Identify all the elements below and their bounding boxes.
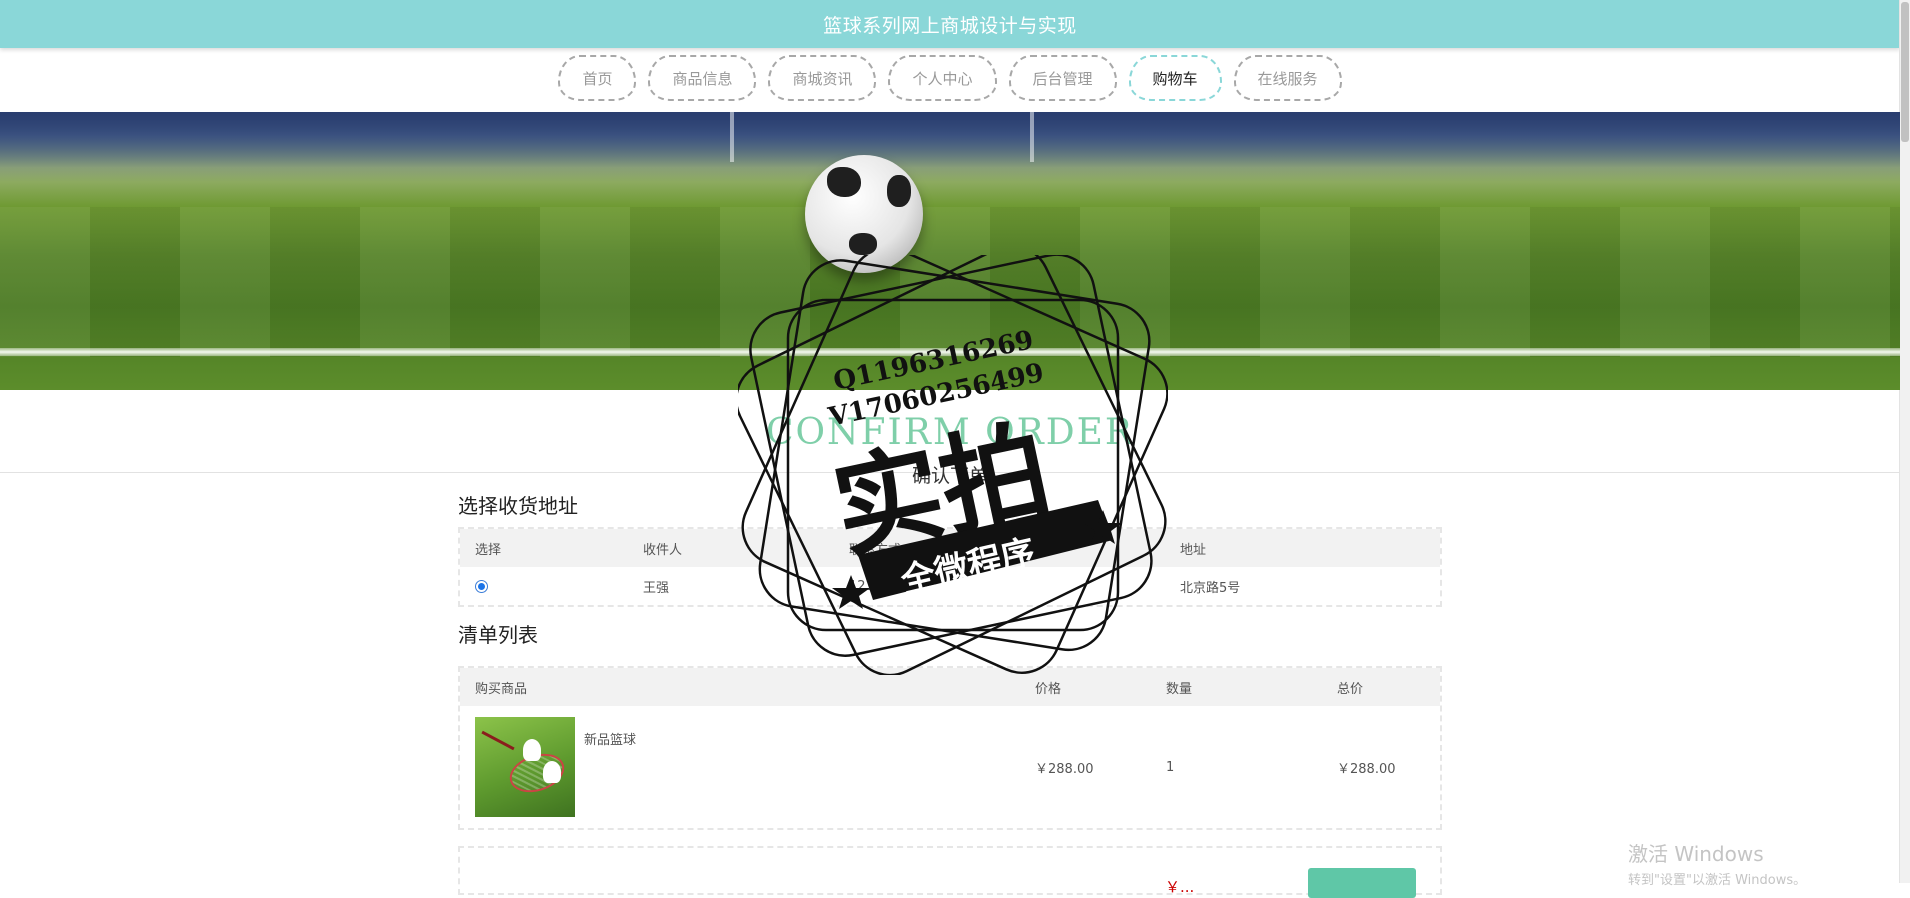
nav-item-label: 后台管理 <box>1032 69 1093 88</box>
column-header: 收件人 <box>643 542 683 558</box>
order-total: ￥... <box>1165 878 1195 896</box>
page-title-en: CONFIRM ORDER <box>765 412 1135 453</box>
column-header: 价格 <box>1035 681 1062 697</box>
nav-item-profile[interactable]: 个人中心 <box>888 55 997 101</box>
column-header: 数量 <box>1166 681 1193 697</box>
nav-item-service[interactable]: 在线服务 <box>1233 55 1342 101</box>
nav-item-label: 首页 <box>582 69 613 88</box>
submit-order-button[interactable] <box>1308 868 1416 898</box>
page-title: 确认下单 <box>911 465 988 487</box>
grass-stripes <box>0 207 1900 357</box>
column-header: 地址 <box>1180 542 1207 558</box>
windows-title: 激活 Windows <box>1628 842 1764 866</box>
nav-item-label: 购物车 <box>1152 69 1198 88</box>
table-row: 新品篮球 ￥288.00 1 ￥288.00 <box>460 706 1440 828</box>
site-header: 篮球系列网上商城设计与实现 <box>0 0 1900 48</box>
stadium-lights <box>0 112 1900 182</box>
product-name[interactable]: 新品篮球 <box>584 729 636 748</box>
goal-post <box>730 112 734 162</box>
nav-item-label: 个人中心 <box>912 69 973 88</box>
items-table: 购买商品 价格 数量 总价 新品篮球 ￥288.00 1 ￥288.00 <box>458 666 1442 830</box>
table-header-row: 选择 收件人 联系方式 地址 <box>460 529 1440 567</box>
order-summary <box>458 846 1442 895</box>
items-section: 清单列表 <box>458 619 1438 648</box>
product-thumbnail[interactable] <box>475 717 575 817</box>
address-section: 选择收货地址 <box>458 490 1438 519</box>
address-radio[interactable] <box>475 579 488 593</box>
hero-banner <box>0 112 1900 390</box>
nav-item-products[interactable]: 商品信息 <box>648 55 757 101</box>
column-header: 联系方式 <box>849 542 902 558</box>
nav-item-admin[interactable]: 后台管理 <box>1008 55 1117 101</box>
site-title: 篮球系列网上商城设计与实现 <box>823 14 1077 37</box>
nav-item-home[interactable]: 首页 <box>558 55 637 101</box>
nav-item-news[interactable]: 商城资讯 <box>768 55 877 101</box>
column-header: 总价 <box>1337 681 1364 697</box>
nav-item-label: 在线服务 <box>1257 69 1318 88</box>
product-price: ￥288.00 <box>1035 761 1094 777</box>
windows-activation-watermark: 激活 Windows 转到"设置"以激活 Windows。 <box>1628 838 1806 888</box>
nav-item-label: 商品信息 <box>672 69 733 88</box>
soccer-ball-icon <box>805 155 923 273</box>
table-header-row: 购买商品 价格 数量 总价 <box>460 668 1440 706</box>
address-heading: 选择收货地址 <box>458 494 578 518</box>
product-total: ￥288.00 <box>1337 761 1396 777</box>
address-table: 选择 收件人 联系方式 地址 王强 1238 北京路5号 <box>458 527 1442 607</box>
windows-subtitle: 转到"设置"以激活 Windows。 <box>1628 873 1807 888</box>
nav-item-label: 商城资讯 <box>792 69 853 88</box>
column-header: 选择 <box>475 542 502 558</box>
recipient-name: 王强 <box>643 580 670 596</box>
table-row[interactable]: 王强 1238 北京路5号 <box>460 567 1440 605</box>
field-line <box>0 348 1900 356</box>
product-quantity: 1 <box>1166 759 1175 775</box>
items-heading: 清单列表 <box>458 623 538 647</box>
recipient-address: 北京路5号 <box>1180 580 1241 596</box>
goal-post <box>1030 112 1034 162</box>
main-nav: 首页 商品信息 商城资讯 个人中心 后台管理 购物车 在线服务 <box>0 55 1900 101</box>
scrollbar-thumb[interactable] <box>1901 2 1909 142</box>
column-header: 购买商品 <box>475 681 528 697</box>
vertical-scrollbar[interactable] <box>1899 0 1910 883</box>
recipient-phone: 1238 <box>849 578 883 594</box>
nav-item-cart[interactable]: 购物车 <box>1128 55 1222 101</box>
